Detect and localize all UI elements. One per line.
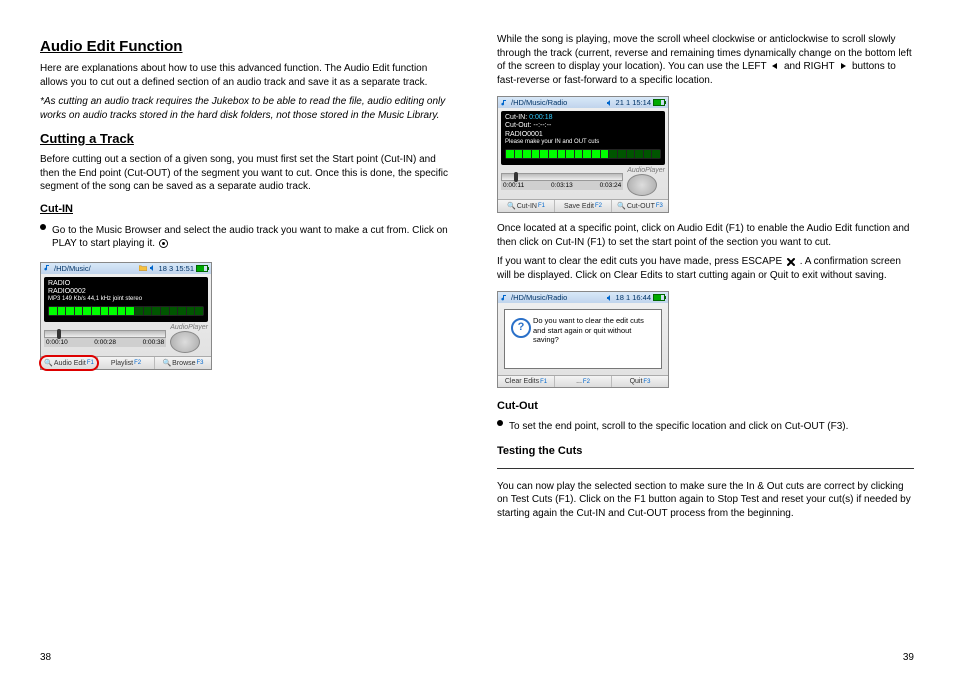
cutin-bullet-row: Go to the Music Browser and select the a… <box>40 221 457 254</box>
testing-cuts-paragraph: You can now play the selected section to… <box>497 480 914 521</box>
left-arrow-icon <box>770 61 780 71</box>
play-icon <box>159 238 169 248</box>
speaker-icon <box>606 294 614 302</box>
magnifier-icon: 🔍 <box>507 202 516 210</box>
f1-icon: F1 <box>540 379 547 385</box>
speaker-icon <box>606 99 614 107</box>
question-icon: ? <box>511 318 531 338</box>
player2-titlebar: /HD/Music/Radio 21 1 15:14 <box>498 97 668 108</box>
heading-cutting-track: Cutting a Track <box>40 131 457 146</box>
f1-icon: F1 <box>538 203 545 209</box>
magnifier-icon: 🔍 <box>617 202 626 210</box>
lcd-line3: MP3 149 Kb/s 44,1 kHz joint stereo <box>48 296 204 303</box>
heading-cut-in: Cut-IN <box>40 203 457 215</box>
cutting-paragraph: Before cutting out a section of a given … <box>40 153 457 194</box>
vu-meter <box>505 149 661 159</box>
heading-cut-out: Cut-Out <box>497 400 914 412</box>
player1-btn-audio-edit[interactable]: 🔍 Audio Edit F1 <box>41 357 98 369</box>
audioplayer-badge: AudioPlayer <box>170 324 208 331</box>
vu-meter <box>48 306 204 316</box>
left-column: Audio Edit Function Here are explanation… <box>40 30 457 523</box>
right-column: While the song is playing, move the scro… <box>497 30 914 523</box>
lcd-line1: RADIO <box>48 280 204 288</box>
after-player2-paragraph: Once located at a specific point, click … <box>497 222 914 249</box>
bullet-icon <box>497 420 503 426</box>
f2-icon: F2 <box>583 379 590 385</box>
page-number-left: 38 <box>40 652 51 663</box>
dialog-text: Do you want to clear the edit cuts and s… <box>533 316 644 344</box>
player2-path: /HD/Music/Radio <box>511 98 567 107</box>
battery-icon <box>653 294 665 301</box>
player3-status: 18 1 16:44 <box>616 293 651 302</box>
cutin-bullet-text: Go to the Music Browser and select the a… <box>52 224 457 251</box>
cutout-bullet-row: To set the end point, scroll to the spec… <box>497 417 914 437</box>
player3-path: /HD/Music/Radio <box>511 293 567 302</box>
magnifier-icon: 🔍 <box>44 359 53 367</box>
right-arrow-icon <box>838 61 848 71</box>
f2-icon: F2 <box>134 360 141 366</box>
player1-lcd: RADIO RADIO0002 MP3 149 Kb/s 44,1 kHz jo… <box>44 277 208 323</box>
player1-times: 0:00:10 0:00:28 0:00:38 <box>44 338 166 347</box>
confirm-dialog: ? Do you want to clear the edit cuts and… <box>504 309 662 369</box>
screenshot-player-dialog: /HD/Music/Radio 18 1 16:44 ? Do you want… <box>497 291 669 388</box>
player1-btn-browse[interactable]: 🔍 Browse F3 <box>155 357 211 369</box>
intro-paragraph: Here are explanations about how to use t… <box>40 62 457 89</box>
screenshot-player-cutin: /HD/Music/Radio 21 1 15:14 Cut-IN: 0:00:… <box>497 96 669 213</box>
player1-path: /HD/Music/ <box>54 264 91 273</box>
lcd-line2: RADIO0002 <box>48 288 204 296</box>
f1-icon: F1 <box>87 360 94 366</box>
player2-status: 21 1 15:14 <box>616 98 651 107</box>
f3-icon: F3 <box>643 379 650 385</box>
heading-testing-cuts: Testing the Cuts <box>497 445 914 457</box>
cutout-bullet-text: To set the end point, scroll to the spec… <box>509 420 848 434</box>
escape-icon <box>786 257 796 267</box>
heading-audio-edit: Audio Edit Function <box>40 38 457 55</box>
player2-btn-saveedit[interactable]: Save Edit F2 <box>555 200 612 212</box>
audioplayer-badge: AudioPlayer <box>627 167 665 174</box>
player3-btn-ellipsis[interactable]: ... F2 <box>555 376 612 387</box>
player3-btn-clear-edits[interactable]: Clear Edits F1 <box>498 376 555 387</box>
bullet-icon <box>40 224 46 230</box>
player3-btn-quit[interactable]: Quit F3 <box>612 376 668 387</box>
battery-icon <box>196 265 208 272</box>
player3-titlebar: /HD/Music/Radio 18 1 16:44 <box>498 292 668 303</box>
speaker-icon <box>149 264 157 272</box>
note-star: *As cutting an audio track requires the … <box>40 95 457 122</box>
player2-btn-cutin[interactable]: 🔍 Cut-IN F1 <box>498 200 555 212</box>
note-icon <box>44 264 52 272</box>
f2-icon: F2 <box>595 203 602 209</box>
player1-status: 18 3 15:51 <box>159 264 194 273</box>
f3-icon: F3 <box>197 360 204 366</box>
folder-icon <box>139 264 147 272</box>
note-icon <box>501 294 509 302</box>
player2-btn-cutout[interactable]: 🔍 Cut-OUT F3 <box>612 200 668 212</box>
f3-icon: F3 <box>656 203 663 209</box>
magnifier-icon: 🔍 <box>162 359 171 367</box>
player1-titlebar: /HD/Music/ 18 3 15:51 <box>41 263 211 274</box>
scrub-bar <box>44 330 166 338</box>
screenshot-player-browse: /HD/Music/ 18 3 15:51 RADIO RADIO0002 <box>40 262 212 371</box>
scrub-bar <box>501 173 623 181</box>
battery-icon <box>653 99 665 106</box>
player1-btn-playlist[interactable]: Playlist F2 <box>98 357 155 369</box>
page-number-right: 39 <box>903 652 914 663</box>
player2-times: 0:00:11 0:03:13 0:03:24 <box>501 181 623 190</box>
player2-lcd: Cut-IN: 0:00:18 Cut-Out: --:--:-- RADIO0… <box>501 111 665 165</box>
note-icon <box>501 99 509 107</box>
dpad-icon <box>627 174 657 196</box>
scroll-paragraph: While the song is playing, move the scro… <box>497 33 914 87</box>
dpad-icon <box>170 331 200 353</box>
cutin-value: 0:00:18 <box>529 114 552 121</box>
divider <box>497 468 914 469</box>
clear-edits-paragraph: If you want to clear the edit cuts you h… <box>497 255 914 282</box>
